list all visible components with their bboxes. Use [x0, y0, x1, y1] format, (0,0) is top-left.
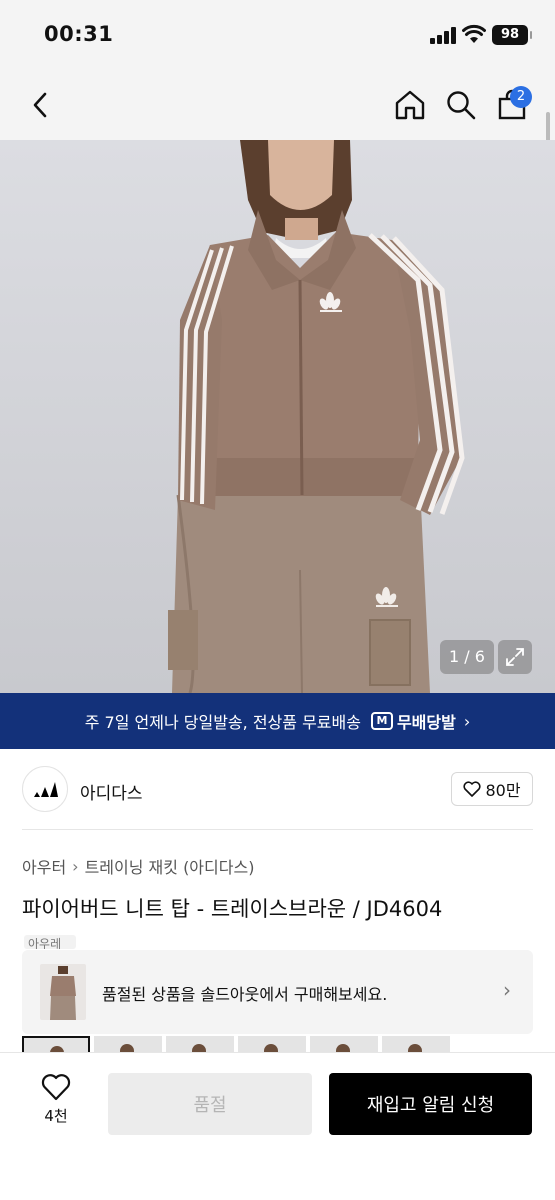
product-photo-illustration: [168, 140, 465, 693]
wishlist-button[interactable]: 4천: [26, 1073, 86, 1133]
heart-icon: [463, 781, 481, 797]
breadcrumb-item-subcategory[interactable]: 트레이닝 재킷 (아디다스): [85, 854, 255, 878]
search-icon: [447, 91, 476, 120]
shipping-banner-text: 주 7일 언제나 당일발송, 전상품 무료배송: [84, 713, 361, 732]
expand-image-button[interactable]: [498, 640, 532, 674]
expand-icon: [506, 648, 524, 666]
soldout-thumbnail: [40, 964, 86, 1020]
wifi-icon: [462, 24, 486, 43]
soldout-notice-card[interactable]: 품절된 상품을 솔드아웃에서 구매해보세요. ›: [22, 950, 533, 1034]
search-button[interactable]: [441, 70, 481, 140]
status-time: 00:31: [44, 22, 114, 46]
mubaedangbal-mark-icon: M: [370, 712, 393, 730]
chevron-left-icon: [33, 92, 47, 118]
breadcrumb: 아우터 › 트레이닝 재킷 (아디다스): [22, 854, 254, 878]
image-counter: 1 / 6: [440, 640, 494, 674]
bottom-action-bar: 4천 품절 재입고 알림 신청: [0, 1052, 555, 1200]
shipping-banner[interactable]: 주 7일 언제나 당일발송, 전상품 무료배송 M 무배당발 ›: [0, 693, 555, 749]
cart-count-badge: 2: [510, 86, 532, 108]
brand-name[interactable]: 아디다스: [80, 779, 143, 804]
brand-logo[interactable]: [22, 766, 68, 812]
breadcrumb-separator: ›: [72, 856, 79, 876]
cellular-signal-icon: [430, 26, 456, 44]
product-tag: 아우레: [24, 935, 76, 949]
soldout-button[interactable]: 품절: [108, 1073, 312, 1135]
brand-row: 아디다스 80만: [22, 766, 533, 814]
back-button[interactable]: [22, 70, 58, 140]
mubaedangbal-logo: M 무배당발: [370, 709, 456, 733]
divider: [22, 829, 533, 830]
brand-like-count: 80만: [485, 781, 521, 800]
home-button[interactable]: [390, 70, 430, 140]
brand-like-button[interactable]: 80만: [451, 772, 533, 806]
mubaedangbal-label: 무배당발: [396, 713, 456, 732]
heart-icon: [41, 1074, 71, 1101]
product-title: 파이어버드 니트 탑 - 트레이스브라운 / JD4604: [22, 897, 443, 921]
soldout-notice-text: 품절된 상품을 솔드아웃에서 구매해보세요.: [102, 985, 388, 1004]
wishlist-count: 4천: [44, 1107, 68, 1125]
product-image[interactable]: [0, 140, 555, 693]
chevron-right-icon: ›: [463, 711, 471, 731]
restock-alert-button[interactable]: 재입고 알림 신청: [329, 1073, 532, 1135]
adidas-logo-icon: [34, 782, 58, 797]
battery-icon: 98: [492, 25, 532, 45]
status-bar: 00:31 98: [0, 0, 555, 70]
home-icon: [395, 90, 425, 120]
breadcrumb-item-category[interactable]: 아우터: [22, 854, 66, 878]
chevron-right-icon: ›: [503, 978, 511, 1002]
